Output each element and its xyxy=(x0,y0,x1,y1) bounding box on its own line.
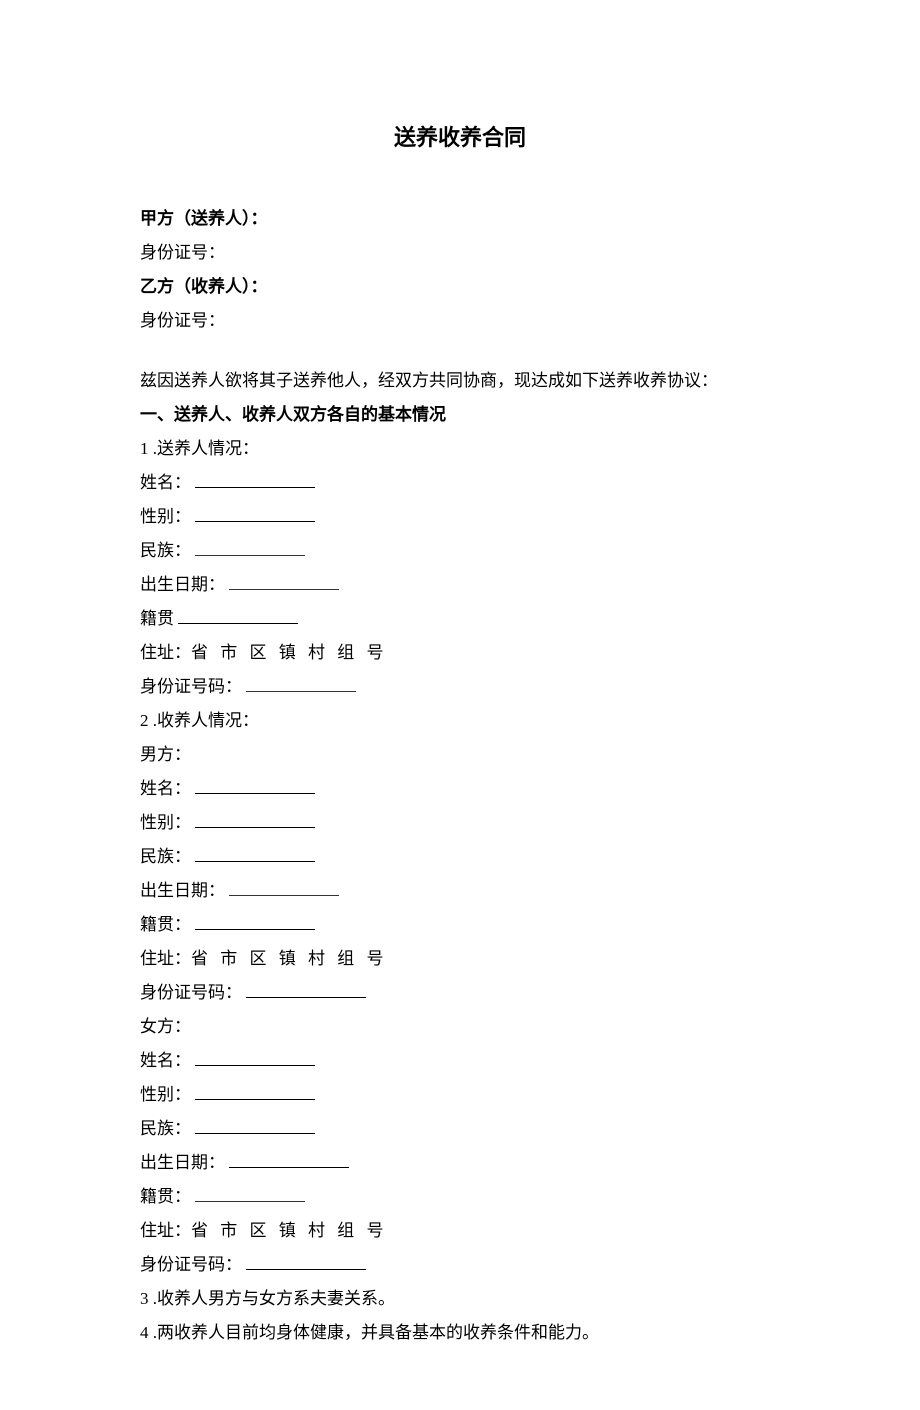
female-origin-row: 籍贯： xyxy=(140,1180,780,1214)
ethnicity-label: 民族： xyxy=(140,541,191,560)
origin-label: 籍贯： xyxy=(140,1187,191,1206)
blank-field xyxy=(246,1252,366,1270)
female-address-row: 住址：省 市 区 镇 村 组 号 xyxy=(140,1214,780,1248)
party-b-label: 乙方（收养人）： xyxy=(140,270,780,304)
sender-dob-row: 出生日期： xyxy=(140,568,780,602)
blank-field xyxy=(195,1116,315,1134)
blank-field xyxy=(195,844,315,862)
blank-field xyxy=(195,1188,305,1202)
blank-field xyxy=(195,542,305,556)
blank-field xyxy=(195,504,315,522)
party-a-id-label: 身份证号： xyxy=(140,236,780,270)
sender-ethnicity-row: 民族： xyxy=(140,534,780,568)
document-title: 送养收养合同 xyxy=(140,120,780,152)
item-2-label: 2 .收养人情况： xyxy=(140,704,780,738)
gender-label: 性别： xyxy=(140,1085,191,1104)
party-b-id-label: 身份证号： xyxy=(140,304,780,338)
item-3-text: 3 .收养人男方与女方系夫妻关系。 xyxy=(140,1282,780,1316)
male-origin-row: 籍贯： xyxy=(140,908,780,942)
address-parts: 省 市 区 镇 村 组 号 xyxy=(191,1221,388,1240)
sender-name-row: 姓名： xyxy=(140,466,780,500)
blank-field xyxy=(195,912,315,930)
dob-label: 出生日期： xyxy=(140,881,225,900)
blank-field xyxy=(229,1150,349,1168)
female-dob-row: 出生日期： xyxy=(140,1146,780,1180)
gender-label: 性别： xyxy=(140,507,191,526)
blank-field xyxy=(195,776,315,794)
sender-address-row: 住址：省 市 区 镇 村 组 号 xyxy=(140,636,780,670)
party-a-label: 甲方（送养人）： xyxy=(140,202,780,236)
blank-field xyxy=(195,470,315,488)
address-parts: 省 市 区 镇 村 组 号 xyxy=(191,949,388,968)
name-label: 姓名： xyxy=(140,779,191,798)
female-label: 女方： xyxy=(140,1010,780,1044)
sender-origin-row: 籍贯 xyxy=(140,602,780,636)
dob-label: 出生日期： xyxy=(140,1153,225,1172)
male-ethnicity-row: 民族： xyxy=(140,840,780,874)
female-gender-row: 性别： xyxy=(140,1078,780,1112)
blank-field xyxy=(178,606,298,624)
ethnicity-label: 民族： xyxy=(140,847,191,866)
female-idnum-row: 身份证号码： xyxy=(140,1248,780,1282)
male-dob-row: 出生日期： xyxy=(140,874,780,908)
name-label: 姓名： xyxy=(140,473,191,492)
idnum-label: 身份证号码： xyxy=(140,983,242,1002)
address-prefix: 住址： xyxy=(140,643,191,662)
origin-label: 籍贯： xyxy=(140,915,191,934)
dob-label: 出生日期： xyxy=(140,575,225,594)
address-prefix: 住址： xyxy=(140,949,191,968)
ethnicity-label: 民族： xyxy=(140,1119,191,1138)
gender-label: 性别： xyxy=(140,813,191,832)
section-1-heading: 一、送养人、收养人双方各自的基本情况 xyxy=(140,398,780,432)
male-address-row: 住址：省 市 区 镇 村 组 号 xyxy=(140,942,780,976)
preamble: 兹因送养人欲将其子送养他人，经双方共同协商，现达成如下送养收养协议： xyxy=(140,364,780,398)
idnum-label: 身份证号码： xyxy=(140,677,242,696)
spacer xyxy=(140,338,780,364)
female-ethnicity-row: 民族： xyxy=(140,1112,780,1146)
blank-field xyxy=(246,678,356,692)
sender-idnum-row: 身份证号码： xyxy=(140,670,780,704)
blank-field xyxy=(195,1082,315,1100)
address-prefix: 住址： xyxy=(140,1221,191,1240)
blank-field xyxy=(195,1048,315,1066)
male-gender-row: 性别： xyxy=(140,806,780,840)
document-page: 送养收养合同 甲方（送养人）： 身份证号： 乙方（收养人）： 身份证号： 兹因送… xyxy=(0,0,920,1410)
female-name-row: 姓名： xyxy=(140,1044,780,1078)
blank-field xyxy=(246,980,366,998)
male-idnum-row: 身份证号码： xyxy=(140,976,780,1010)
name-label: 姓名： xyxy=(140,1051,191,1070)
address-parts: 省 市 区 镇 村 组 号 xyxy=(191,643,388,662)
sender-gender-row: 性别： xyxy=(140,500,780,534)
blank-field xyxy=(229,882,339,896)
male-label: 男方： xyxy=(140,738,780,772)
origin-label: 籍贯 xyxy=(140,609,174,628)
item-1-label: 1 .送养人情况： xyxy=(140,432,780,466)
blank-field xyxy=(229,576,339,590)
item-4-text: 4 .两收养人目前均身体健康，并具备基本的收养条件和能力。 xyxy=(140,1316,780,1350)
idnum-label: 身份证号码： xyxy=(140,1255,242,1274)
blank-field xyxy=(195,810,315,828)
male-name-row: 姓名： xyxy=(140,772,780,806)
